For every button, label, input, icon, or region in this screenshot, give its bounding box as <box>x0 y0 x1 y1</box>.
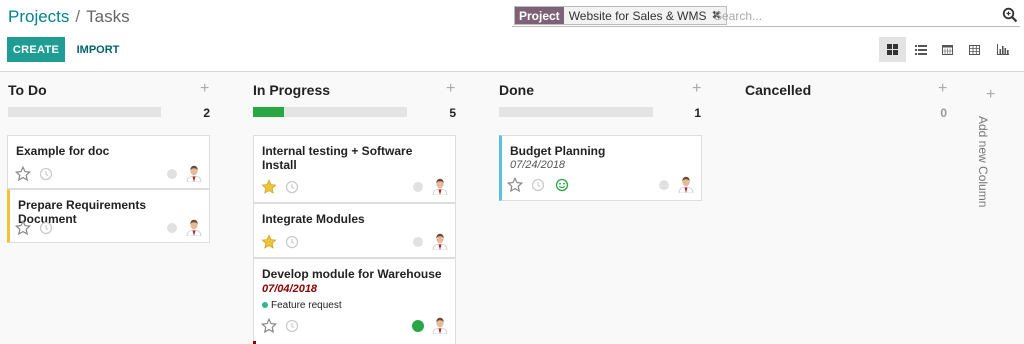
task-title: Internal testing + Software Install <box>262 144 413 172</box>
assignee-avatar <box>431 177 449 195</box>
breadcrumb-projects-link[interactable]: Projects <box>8 7 69 26</box>
kanban-icon <box>887 44 898 55</box>
activity-clock-icon[interactable] <box>531 178 545 192</box>
kanban-state-dot[interactable] <box>167 169 177 179</box>
breadcrumb-separator: / <box>75 7 81 26</box>
star-icon[interactable] <box>261 234 277 250</box>
add-column-button[interactable]: + Add new Column <box>972 80 1008 230</box>
progress-bar-todo[interactable] <box>8 107 161 117</box>
star-icon[interactable] <box>15 166 31 182</box>
import-button[interactable]: IMPORT <box>70 37 126 62</box>
star-icon[interactable] <box>15 220 31 236</box>
list-icon <box>914 44 927 55</box>
task-card[interactable]: Example for doc <box>7 135 210 189</box>
column-title-todo[interactable]: To Do <box>8 82 47 98</box>
quick-create-in-progress-icon[interactable]: + <box>446 80 455 98</box>
kanban-state-dot[interactable] <box>412 320 424 332</box>
task-title: Example for doc <box>16 144 110 158</box>
task-card[interactable]: Budget Planning 07/24/2018 <box>499 135 702 201</box>
column-count-cancelled: 0 <box>940 106 947 120</box>
activity-clock-icon[interactable] <box>39 167 53 181</box>
pivot-view-button[interactable] <box>961 37 988 62</box>
create-button[interactable]: CREATE <box>7 37 65 62</box>
facet-category: Project <box>515 7 564 24</box>
task-title: Budget Planning <box>510 144 606 158</box>
tag-label: Feature request <box>271 300 342 311</box>
kanban-state-dot[interactable] <box>413 182 423 192</box>
pivot-icon <box>969 44 980 55</box>
star-icon[interactable] <box>261 318 277 334</box>
calendar-icon <box>942 45 953 55</box>
task-card[interactable]: Internal testing + Software Install <box>253 135 456 203</box>
assignee-avatar <box>431 316 449 334</box>
breadcrumb-current: Tasks <box>86 7 130 26</box>
assignee-avatar <box>185 218 203 236</box>
assignee-avatar <box>431 232 449 250</box>
quick-create-cancelled-icon[interactable]: + <box>938 80 947 98</box>
add-column-label: Add new Column <box>976 116 990 208</box>
column-count-todo: 2 <box>203 106 210 120</box>
column-title-in-progress[interactable]: In Progress <box>253 82 330 98</box>
satisfied-smiley-icon <box>555 178 569 192</box>
quick-create-todo-icon[interactable]: + <box>200 80 209 98</box>
task-title: Develop module for Warehouse <box>262 267 442 281</box>
column-count-in-progress: 5 <box>449 106 456 120</box>
add-column-plus-icon: + <box>986 86 996 103</box>
progress-fill-in-progress <box>253 107 284 117</box>
search-icon[interactable] <box>1002 7 1018 23</box>
quick-create-done-icon[interactable]: + <box>692 80 701 98</box>
task-tag[interactable]: Feature request <box>262 300 342 311</box>
progress-bar-in-progress[interactable] <box>253 107 407 117</box>
kanban-state-dot[interactable] <box>167 223 177 233</box>
assignee-avatar <box>677 175 695 193</box>
kanban-view-button[interactable] <box>879 37 906 62</box>
task-deadline: 07/24/2018 <box>510 159 566 171</box>
tag-color-dot <box>262 302 268 309</box>
search-bar: Project Website for Sales & WMS ✖ <box>512 5 1020 27</box>
graph-icon <box>996 44 1009 55</box>
task-card[interactable]: Integrate Modules <box>253 203 456 258</box>
search-facet[interactable]: Project Website for Sales & WMS ✖ <box>514 6 727 25</box>
progress-bar-done[interactable] <box>499 107 653 117</box>
task-deadline: 07/04/2018 <box>262 283 318 295</box>
activity-clock-icon[interactable] <box>285 235 299 249</box>
column-title-done[interactable]: Done <box>499 82 534 98</box>
column-count-done: 1 <box>694 106 701 120</box>
breadcrumb: Projects / Tasks <box>8 7 130 27</box>
search-input[interactable] <box>714 6 994 25</box>
activity-clock-icon[interactable] <box>285 319 299 333</box>
task-card[interactable]: Prepare Requirements Document <box>7 189 210 243</box>
calendar-view-button[interactable] <box>934 37 961 62</box>
activity-clock-icon[interactable] <box>285 180 299 194</box>
kanban-state-dot[interactable] <box>659 180 669 190</box>
facet-value: Website for Sales & WMS <box>568 9 707 23</box>
control-panel: Projects / Tasks Project Website for Sales… <box>0 0 1024 72</box>
task-card[interactable]: Develop module for Warehouse 07/04/2018 … <box>253 258 456 344</box>
star-icon[interactable] <box>507 177 523 193</box>
task-title: Integrate Modules <box>262 212 365 226</box>
activity-clock-icon[interactable] <box>39 221 53 235</box>
graph-view-button[interactable] <box>989 37 1016 62</box>
list-view-button[interactable] <box>907 37 934 62</box>
kanban-state-dot[interactable] <box>413 237 423 247</box>
column-title-cancelled[interactable]: Cancelled <box>745 82 811 98</box>
star-icon[interactable] <box>261 179 277 195</box>
assignee-avatar <box>185 164 203 182</box>
